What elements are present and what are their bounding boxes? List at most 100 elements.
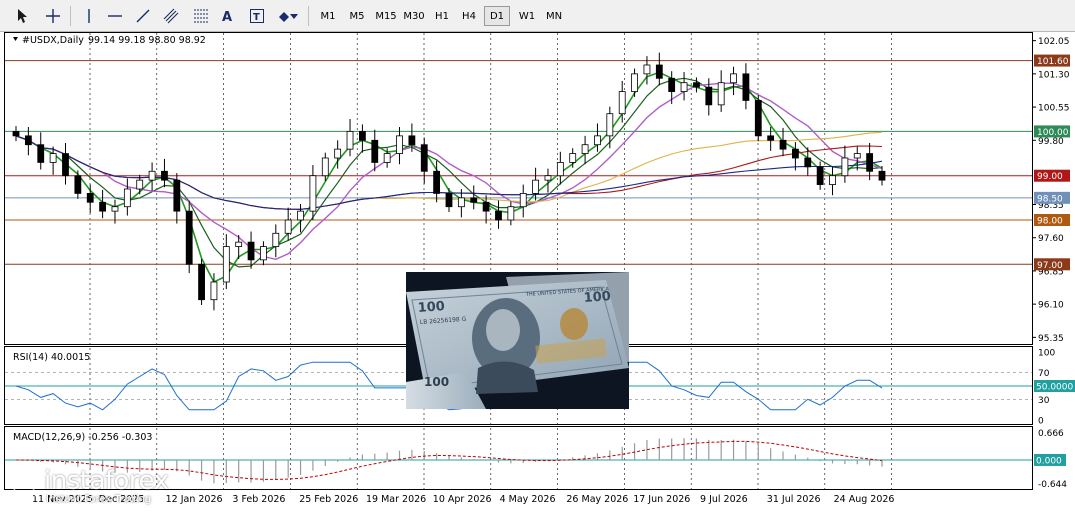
candle-body: [408, 135, 416, 146]
timeframe-m30[interactable]: M30: [400, 6, 428, 26]
timeframe-d1[interactable]: D1: [484, 6, 510, 26]
channel-icon[interactable]: [160, 6, 182, 26]
candle-body: [136, 179, 144, 190]
candle-body: [618, 91, 626, 115]
candle-body: [730, 73, 737, 84]
timeframe-m15[interactable]: M15: [372, 6, 400, 26]
macd-zero-label: 0.000: [1036, 456, 1062, 466]
candle-body: [49, 153, 57, 163]
candle-body: [210, 281, 218, 301]
candle-body: [247, 241, 255, 261]
candle-body: [62, 153, 69, 177]
timeframe-w1[interactable]: W1: [514, 6, 540, 26]
candle-body: [321, 157, 329, 177]
candle-body: [866, 153, 874, 172]
rsi-label: RSI(14) 40.0015: [13, 352, 90, 363]
candle-body: [754, 100, 762, 137]
timeframe-mn[interactable]: MN: [540, 6, 568, 26]
candle-body: [804, 157, 812, 168]
candle-body: [396, 135, 403, 154]
crosshair-icon[interactable]: [42, 6, 64, 26]
candle-body: [123, 188, 131, 208]
price-tick-label: 97.60: [1038, 234, 1064, 244]
time-axis-label: 24 Aug 2026: [834, 494, 895, 505]
trend-line-icon[interactable]: [132, 6, 154, 26]
price-tick-label: 96.10: [1038, 301, 1064, 311]
candle-body: [717, 82, 725, 106]
vertical-line-icon[interactable]: [78, 6, 100, 26]
candle-body: [544, 175, 552, 181]
price-level-label: 98.00: [1037, 217, 1063, 227]
macd-label: MACD(12,26,9) -0.256 -0.303: [13, 432, 152, 443]
time-axis-label: 9 Jul 2026: [700, 494, 748, 505]
candle-body: [309, 175, 317, 212]
candle-body: [346, 131, 354, 150]
candle-body: [24, 135, 32, 146]
shapes-icon[interactable]: [276, 6, 304, 26]
candle-body: [260, 246, 267, 261]
candle-body: [829, 175, 836, 185]
candle-body: [767, 135, 775, 141]
candle-body: [668, 77, 676, 92]
candle-body: [507, 206, 515, 221]
chart-canvas: 1007030050.0000 0.666-0.6440.000 11 Nov …: [4, 32, 1075, 505]
candle-body: [383, 153, 391, 163]
candle-body: [148, 170, 156, 181]
price-tick-label: 100.55: [1038, 104, 1070, 114]
candle-body: [878, 170, 886, 181]
logo-tagline: Instant Forex Trading: [46, 494, 152, 505]
time-axis-label: 3 Feb 2026: [232, 494, 285, 505]
candle-body: [853, 153, 861, 159]
candle-body: [334, 148, 342, 159]
chart-window[interactable]: 100 70 30 0 50.0000 0.666 -0.644 0.000 11 Nov …: [4, 32, 1075, 509]
candle-body: [705, 86, 713, 106]
timeframe-m5[interactable]: M5: [344, 6, 370, 26]
toolbar: A T M1 M5 M15 M30 H1 H4 D1 W1 MN: [0, 0, 1075, 32]
price-tick-label: 102.05: [1038, 37, 1070, 47]
candle-body: [235, 241, 243, 247]
horizontal-line-icon[interactable]: [104, 6, 126, 26]
candle-body: [457, 197, 465, 208]
rsi-tick-label: 30: [1038, 396, 1050, 406]
price-tick-label: 101.30: [1038, 70, 1070, 80]
candle-body: [420, 144, 428, 172]
candle-body: [470, 197, 478, 203]
candle-body: [358, 131, 366, 141]
price-tick-label: 99.80: [1038, 137, 1064, 147]
candle-body: [643, 64, 651, 75]
fibonacci-icon[interactable]: [190, 6, 212, 26]
time-axis-label: 26 May 2026: [566, 494, 628, 505]
cursor-icon[interactable]: [12, 6, 34, 26]
timeframe-m1[interactable]: M1: [314, 6, 342, 26]
price-level-label: 98.50: [1037, 194, 1063, 204]
label-icon[interactable]: T: [246, 6, 268, 26]
text-icon[interactable]: A: [216, 6, 238, 26]
candle-body: [680, 82, 688, 92]
candle-body: [594, 135, 601, 146]
candle-body: [779, 139, 787, 150]
candle-body: [742, 73, 750, 101]
candle-body: [606, 113, 614, 137]
candle-body: [111, 206, 119, 212]
candle-body: [482, 201, 490, 212]
timeframe-h1[interactable]: H1: [430, 6, 454, 26]
price-level-label: 101.60: [1037, 57, 1069, 67]
candle-body: [272, 232, 280, 247]
rsi-level-label: 50.0000: [1036, 383, 1073, 393]
symbol-label: #USDX,Daily: [22, 35, 84, 46]
candle-body: [495, 210, 502, 221]
logo-name: instaforex: [44, 466, 169, 496]
candle-body: [173, 179, 181, 212]
candle-body: [185, 210, 193, 265]
candle-body: [161, 170, 168, 181]
candle-body: [693, 82, 700, 88]
rsi-tick-label: 70: [1038, 369, 1050, 379]
timeframe-h4[interactable]: H4: [458, 6, 480, 26]
candle-body: [655, 64, 663, 79]
candle-body: [569, 153, 577, 163]
price-level-label: 99.00: [1037, 172, 1063, 182]
candle-body: [532, 179, 539, 194]
price-level-label: 97.00: [1037, 261, 1063, 271]
time-axis-label: 19 Mar 2026: [366, 494, 426, 505]
candle-body: [631, 73, 638, 92]
